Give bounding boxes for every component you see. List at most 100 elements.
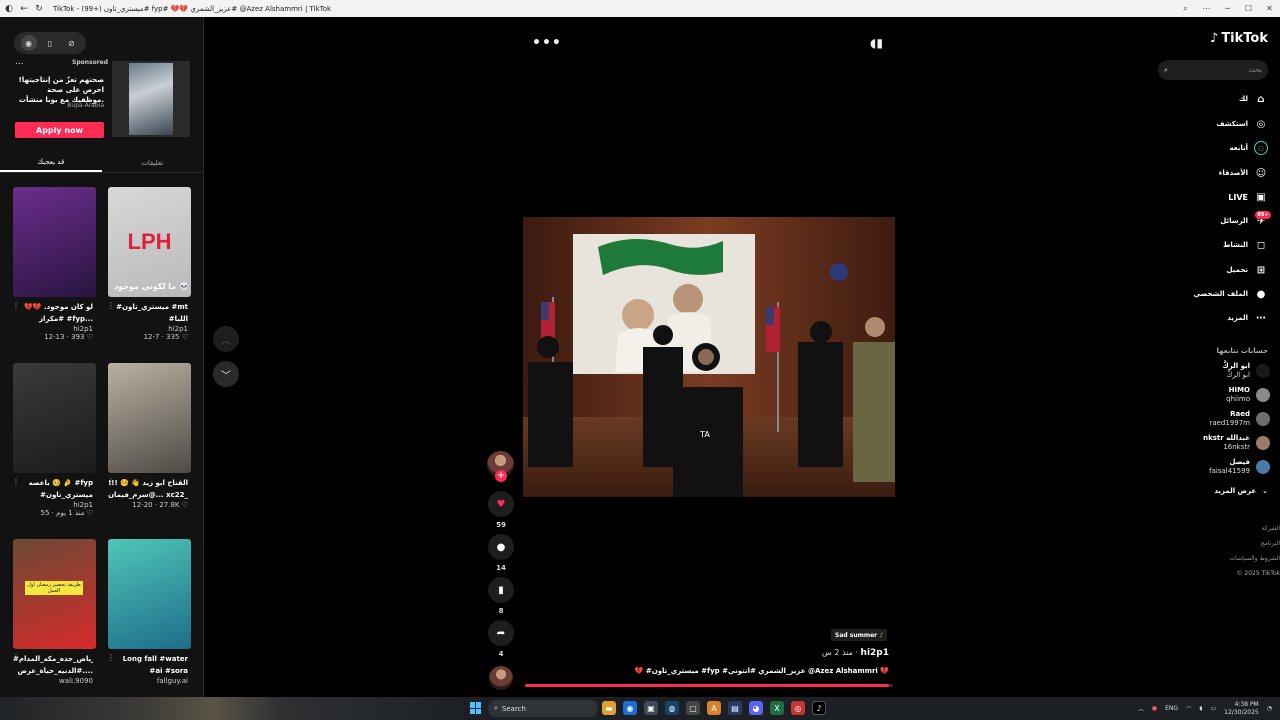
speaker-icon[interactable]: ◖ xyxy=(1199,705,1202,712)
record-icon[interactable]: ◉ xyxy=(20,35,37,51)
nav-item-live[interactable]: LIVE ▣ xyxy=(1228,189,1268,205)
reload-icon[interactable]: ↻ xyxy=(33,3,45,15)
language-indicator[interactable]: ENG xyxy=(1165,705,1178,712)
tab-comments[interactable]: تعليقات xyxy=(102,153,204,172)
video-card[interactable]: طريقة تحضير رمضان اول العمل ⋮ #الرياض_جده_… xyxy=(12,539,101,685)
card-username[interactable]: fallguy.ai xyxy=(108,677,188,685)
nav-item-compass[interactable]: استكشف ◎ xyxy=(1216,116,1268,132)
share-button[interactable]: ➦ xyxy=(488,620,514,646)
video-thumbnail[interactable]: LPH ما لكوني موجود 💀 xyxy=(108,187,191,297)
card-caption[interactable]: Long fall #water #ai #sora xyxy=(108,653,188,677)
sound-tag[interactable]: Sad summer ♪ xyxy=(831,629,888,641)
video-thumbnail[interactable] xyxy=(13,363,96,473)
card-username[interactable]: hi2p1 xyxy=(13,501,93,509)
menu-icon[interactable]: ⋯ xyxy=(1196,0,1217,17)
volume-icon[interactable]: ◖▮ xyxy=(870,36,883,50)
store-app-icon[interactable]: ▣ xyxy=(644,701,658,715)
following-account[interactable]: Raed raed1997m xyxy=(1209,408,1270,430)
video-card[interactable]: ⋮ القناح ابو زيد 👋 🤒 !!! @سرم_فيمان... xc… xyxy=(107,363,196,509)
card-username[interactable]: hi2p1 xyxy=(13,325,93,333)
battery-icon[interactable]: ▭ xyxy=(1210,705,1216,712)
mic-icon[interactable]: ● xyxy=(1152,705,1157,712)
back-icon[interactable]: ← xyxy=(18,3,30,15)
apply-now-button[interactable]: Apply now xyxy=(15,122,104,138)
avatar[interactable] xyxy=(1256,436,1270,450)
card-more-icon[interactable]: ⋮ xyxy=(12,301,20,310)
next-video-button[interactable]: ﹀ xyxy=(213,361,239,387)
video-card[interactable]: ⋮ لو كان موجود. 💔💔 #مكراز #fyp... hi2p1 12-… xyxy=(12,187,101,341)
photoshop-app-icon[interactable]: ▤ xyxy=(728,701,742,715)
taskbar-search[interactable]: ⌕ Search xyxy=(488,700,598,717)
discord-app-icon[interactable]: ◕ xyxy=(749,701,763,715)
video-player[interactable]: TA xyxy=(523,217,895,497)
music-disc-icon[interactable] xyxy=(489,666,513,690)
terminal-app-icon[interactable]: ▢ xyxy=(686,701,700,715)
tiktok-app-icon[interactable]: ♪ xyxy=(812,701,826,715)
video-progress-bar[interactable] xyxy=(525,684,893,687)
ad-image[interactable] xyxy=(112,61,190,137)
video-thumbnail[interactable] xyxy=(13,187,96,297)
card-username[interactable]: hi2p1 xyxy=(108,325,188,333)
footer-link-program[interactable]: البرنامج xyxy=(1160,536,1280,551)
follow-plus-icon[interactable]: + xyxy=(495,470,507,482)
wifi-icon[interactable]: ◠ xyxy=(1186,705,1191,712)
card-more-icon[interactable]: ⋮ xyxy=(12,477,20,486)
card-caption[interactable]: #الرياض_جده_مكه_المدام #الدنيه_حياة_عرض.… xyxy=(13,653,93,677)
close-button[interactable]: ✕ xyxy=(1259,0,1280,17)
following-account[interactable]: فيصل faisal41599 xyxy=(1209,456,1270,478)
card-more-icon[interactable]: ⋮ xyxy=(107,653,115,662)
maximize-button[interactable]: ☐ xyxy=(1238,0,1259,17)
see-more-button[interactable]: عرض المزيد ⌄ xyxy=(1214,487,1268,495)
footer-link-company[interactable]: الشركة xyxy=(1160,521,1280,536)
avatar[interactable] xyxy=(1256,412,1270,426)
following-account[interactable]: nkstr عبدالله 16nkstr xyxy=(1203,432,1270,454)
avatar[interactable] xyxy=(1256,388,1270,402)
video-card[interactable]: ⋮ Long fall #water #ai #sora fallguy.ai xyxy=(107,539,196,685)
nav-item-upload[interactable]: تحميل ⊞ xyxy=(1227,262,1268,278)
card-caption[interactable]: القناح ابو زيد 👋 🤒 !!! @سرم_فيمان... xc2… xyxy=(108,477,188,501)
search-input[interactable]: ⌕ بحث xyxy=(1158,60,1268,80)
search-icon[interactable]: ⌕ xyxy=(1164,66,1168,75)
phone-icon[interactable]: ▯ xyxy=(42,35,58,51)
avatar[interactable] xyxy=(1256,364,1270,378)
more-options-icon[interactable]: ••• xyxy=(532,35,562,51)
card-caption[interactable]: لو كان موجود. 💔💔 #مكراز #fyp... xyxy=(13,301,93,325)
nav-item-activity[interactable]: النشاط ◻ xyxy=(1223,237,1268,253)
like-button[interactable]: ♥ xyxy=(488,491,514,517)
nav-item-more[interactable]: المزيد ⋯ xyxy=(1227,310,1268,326)
card-more-icon[interactable]: ⋮ xyxy=(12,653,20,662)
tiktok-logo[interactable]: ♪ TikTok xyxy=(1210,31,1268,46)
folder-app-icon[interactable]: ▬ xyxy=(602,701,616,715)
media-app-icon[interactable]: ◎ xyxy=(791,701,805,715)
card-caption[interactable]: #ميستري_تاون #mt #اللبا #عبدالمحسن_القرش… xyxy=(108,301,188,325)
card-username[interactable]: wali.9090 xyxy=(13,677,93,685)
avatar[interactable] xyxy=(1256,460,1270,474)
start-button[interactable] xyxy=(470,702,482,714)
card-more-icon[interactable]: ⋮ xyxy=(107,301,115,310)
tab-you-may-like[interactable]: قد يعجبك xyxy=(0,153,102,172)
minimize-button[interactable]: ─ xyxy=(1217,0,1238,17)
comment-button[interactable]: ● xyxy=(488,534,514,560)
following-account[interactable]: HIMO qhiimo xyxy=(1226,384,1270,406)
nav-item-profile[interactable]: الملف الشخصي ● xyxy=(1193,286,1268,302)
video-thumbnail[interactable] xyxy=(108,363,191,473)
clock[interactable]: 4:38 PM 12/30/2025 xyxy=(1224,701,1259,717)
card-more-icon[interactable]: ⋮ xyxy=(107,477,115,486)
footer-link-terms[interactable]: الشروط والسياسات xyxy=(1160,551,1280,566)
tray-chevron-icon[interactable]: ︿ xyxy=(1138,704,1144,713)
card-caption[interactable]: باعصه 🥺 🤌 #fyp #ميستري_تاون #رعي... xyxy=(13,477,93,501)
ad-more-icon[interactable]: ... xyxy=(15,57,24,67)
video-card[interactable]: ⋮باعصه 🥺 🤌 #fyp #ميستري_تاون #رعي...hi2p… xyxy=(12,363,101,517)
excel-app-icon[interactable]: X xyxy=(770,701,784,715)
notification-icon[interactable]: ◔ xyxy=(1267,705,1272,712)
chrome-app-icon[interactable]: ◉ xyxy=(623,701,637,715)
following-account[interactable]: ابو الركَّ ابو الركَّ xyxy=(1222,360,1270,382)
nav-item-friends[interactable]: الأصدقاء ☺ xyxy=(1219,165,1268,181)
zoom-search-icon[interactable]: ⌕ xyxy=(1175,0,1196,17)
nav-item-home[interactable]: لك ⌂ xyxy=(1239,91,1268,107)
compass-small-icon[interactable]: ⊘ xyxy=(63,35,79,51)
video-thumbnail[interactable] xyxy=(108,539,191,649)
video-description[interactable]: 💔 #ميستري_تاون #fyp #عزيز_الشمري #انتوني… xyxy=(525,667,889,675)
previous-video-button[interactable]: ︿ xyxy=(213,326,239,352)
save-button[interactable]: ▮ xyxy=(488,577,514,603)
